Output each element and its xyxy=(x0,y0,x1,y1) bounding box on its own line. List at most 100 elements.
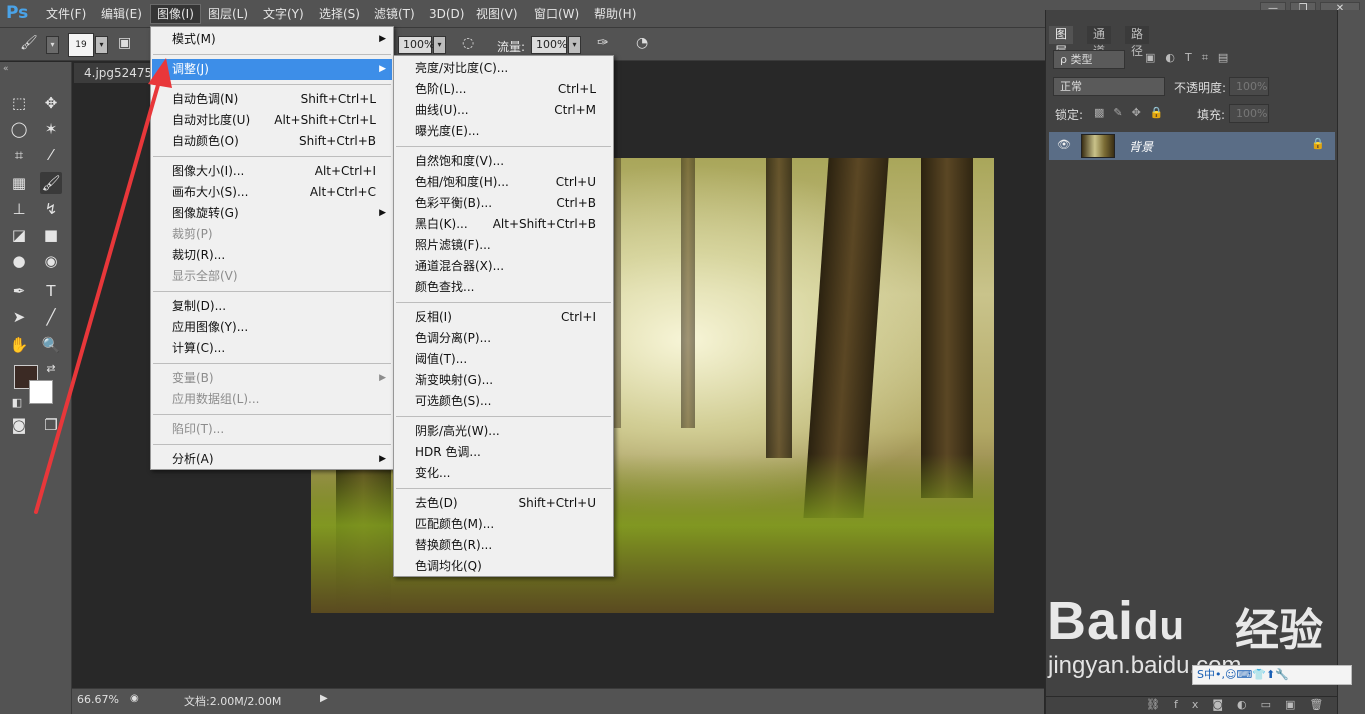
screen-mode-icon[interactable]: ❐ xyxy=(40,414,62,436)
default-colors-icon[interactable]: ◧ xyxy=(6,392,28,414)
layer-opacity-field[interactable]: 100% xyxy=(1229,77,1269,96)
brush-size-picker[interactable]: 19 xyxy=(68,33,94,57)
flow-dropdown[interactable]: ▾ xyxy=(568,36,581,54)
airbrush-icon[interactable]: ✑ xyxy=(597,35,609,51)
history-brush-tool-icon[interactable]: ↯ xyxy=(40,198,62,220)
magic-wand-tool-icon[interactable]: ✶ xyxy=(40,118,62,140)
play-icon[interactable]: ▶ xyxy=(320,693,328,704)
line-tool-icon[interactable]: ╱ xyxy=(40,306,62,328)
menu-item[interactable]: 照片滤镜(F)... xyxy=(395,235,612,256)
layer-fill-field[interactable]: 100% xyxy=(1229,104,1269,123)
clone-stamp-tool-icon[interactable]: ⊥ xyxy=(8,198,30,220)
menu-item[interactable]: 变化... xyxy=(395,463,612,484)
brush-preset-icon[interactable]: 🖌 xyxy=(20,35,38,51)
hand-tool-icon[interactable]: ✋ xyxy=(8,334,30,356)
brush-tool-icon[interactable]: 🖌 xyxy=(40,172,62,194)
menu-item[interactable]: 色调分离(P)... xyxy=(395,328,612,349)
layer-actions-icons[interactable]: ⛓fx◙◐▭▣🗑 xyxy=(1146,698,1337,711)
crop-tool-icon[interactable]: ⌗ xyxy=(8,144,30,166)
menu-item[interactable]: 裁切(R)... xyxy=(152,245,392,266)
menu-item[interactable]: 色相/饱和度(H)... Ctrl+U xyxy=(395,172,612,193)
menu-item[interactable]: 去色(D) Shift+Ctrl+U xyxy=(395,493,612,514)
menu-item[interactable]: 颜色查找... xyxy=(395,277,612,298)
opacity-dropdown[interactable]: ▾ xyxy=(433,36,446,54)
menu-item[interactable]: 陷印(T)... xyxy=(152,419,392,440)
dodge-tool-icon[interactable]: ◉ xyxy=(40,250,62,272)
status-menu-icon[interactable]: ◉ xyxy=(130,693,139,704)
menu-item[interactable]: 替换颜色(R)... xyxy=(395,535,612,556)
eyedropper-tool-icon[interactable]: ⁄ xyxy=(40,144,62,166)
quick-mask-icon[interactable]: ◙ xyxy=(8,414,30,436)
menu-item[interactable]: 模式(M) ▶ xyxy=(152,29,392,50)
menu-item[interactable]: 画布大小(S)... Alt+Ctrl+C xyxy=(152,182,392,203)
menu-item[interactable]: 应用数据组(L)... xyxy=(152,389,392,410)
pressure-opacity-icon[interactable]: ◌ xyxy=(462,35,474,51)
zoom-level[interactable]: 66.67% xyxy=(77,693,119,706)
menu-file[interactable]: 文件(F) xyxy=(40,6,92,24)
menu-item[interactable]: 可选颜色(S)... xyxy=(395,391,612,412)
eraser-tool-icon[interactable]: ◪ xyxy=(8,224,30,246)
background-color-swatch[interactable] xyxy=(29,380,53,404)
type-tool-icon[interactable]: T xyxy=(40,280,62,302)
menu-item[interactable]: 色彩平衡(B)... Ctrl+B xyxy=(395,193,612,214)
swap-colors-icon[interactable]: ⇄ xyxy=(40,358,62,380)
menu-image[interactable]: 图像(I) xyxy=(150,4,201,24)
menu-item[interactable]: 显示全部(V) xyxy=(152,266,392,287)
gradient-tool-icon[interactable]: ■ xyxy=(40,224,62,246)
menu-item[interactable]: 图像大小(I)... Alt+Ctrl+I xyxy=(152,161,392,182)
blur-tool-icon[interactable]: ● xyxy=(8,250,30,272)
menu-item[interactable]: 色调均化(Q) xyxy=(395,556,612,577)
menu-item[interactable]: 黑白(K)... Alt+Shift+Ctrl+B xyxy=(395,214,612,235)
menu-item[interactable]: 阈值(T)... xyxy=(395,349,612,370)
menu-item[interactable]: 自动色调(N) Shift+Ctrl+L xyxy=(152,89,392,110)
menu-item[interactable]: 曝光度(E)... xyxy=(395,121,612,142)
collapse-toolbar-icon[interactable]: « xyxy=(3,64,9,74)
menu-item[interactable]: 自动颜色(O) Shift+Ctrl+B xyxy=(152,131,392,152)
menu-select[interactable]: 选择(S) xyxy=(313,6,366,24)
zoom-tool-icon[interactable]: 🔍 xyxy=(40,334,62,356)
brush-size-dropdown[interactable]: ▾ xyxy=(95,36,108,54)
menu-layer[interactable]: 图层(L) xyxy=(202,6,254,24)
layer-filter-kind[interactable]: ρ 类型 xyxy=(1053,50,1125,69)
menu-item[interactable]: 反相(I) Ctrl+I xyxy=(395,307,612,328)
menu-item[interactable]: 应用图像(Y)... xyxy=(152,317,392,338)
layer-name[interactable]: 背景 xyxy=(1129,138,1153,155)
menu-item[interactable]: 渐变映射(G)... xyxy=(395,370,612,391)
menu-item[interactable]: 变量(B) ▶ xyxy=(152,368,392,389)
menu-item[interactable]: 通道混合器(X)... xyxy=(395,256,612,277)
lasso-tool-icon[interactable]: ◯ xyxy=(8,118,30,140)
flow-field[interactable]: 100% xyxy=(531,36,567,54)
menu-item[interactable]: 调整(J) ▶ xyxy=(152,59,392,80)
healing-brush-tool-icon[interactable]: ▦ xyxy=(8,172,30,194)
menu-help[interactable]: 帮助(H) xyxy=(588,6,642,24)
lock-icons[interactable]: ▩✎✥🔒 xyxy=(1094,106,1173,119)
menu-item[interactable]: 色阶(L)... Ctrl+L xyxy=(395,79,612,100)
marquee-tool-icon[interactable]: ⬚ xyxy=(8,92,30,114)
menu-item[interactable]: 阴影/高光(W)... xyxy=(395,421,612,442)
ime-toolbar[interactable]: S中•,☺⌨👕⬆🔧 xyxy=(1192,665,1352,685)
eye-icon[interactable]: 👁 xyxy=(1057,138,1071,151)
menu-view[interactable]: 视图(V) xyxy=(470,6,524,24)
layer-row-background[interactable]: 👁 背景 🔒 xyxy=(1049,132,1335,160)
menu-filter[interactable]: 滤镜(T) xyxy=(368,6,421,24)
brush-panel-icon[interactable]: ▣ xyxy=(118,35,131,51)
pressure-size-icon[interactable]: ◔ xyxy=(636,35,648,51)
pen-tool-icon[interactable]: ✒ xyxy=(8,280,30,302)
menu-item[interactable]: 图像旋转(G) ▶ xyxy=(152,203,392,224)
menu-item[interactable]: 裁剪(P) xyxy=(152,224,392,245)
brush-preset-dropdown[interactable]: ▾ xyxy=(46,36,59,54)
menu-item[interactable]: 亮度/对比度(C)... xyxy=(395,58,612,79)
menu-item[interactable]: 复制(D)... xyxy=(152,296,392,317)
tab-channels[interactable]: 通道 xyxy=(1087,26,1112,58)
blend-mode-select[interactable]: 正常 xyxy=(1053,77,1165,96)
move-tool-icon[interactable]: ✥ xyxy=(40,92,62,114)
path-selection-tool-icon[interactable]: ➤ xyxy=(8,306,30,328)
filter-icons[interactable]: ▣◐T⌗▤ xyxy=(1145,51,1238,65)
menu-type[interactable]: 文字(Y) xyxy=(257,6,310,24)
menu-item[interactable]: 曲线(U)... Ctrl+M xyxy=(395,100,612,121)
tab-layers[interactable]: 图层 xyxy=(1049,26,1074,58)
menu-item[interactable]: 匹配颜色(M)... xyxy=(395,514,612,535)
menu-item[interactable]: 自动对比度(U) Alt+Shift+Ctrl+L xyxy=(152,110,392,131)
menu-item[interactable]: 分析(A) ▶ xyxy=(152,449,392,470)
menu-edit[interactable]: 编辑(E) xyxy=(95,6,148,24)
